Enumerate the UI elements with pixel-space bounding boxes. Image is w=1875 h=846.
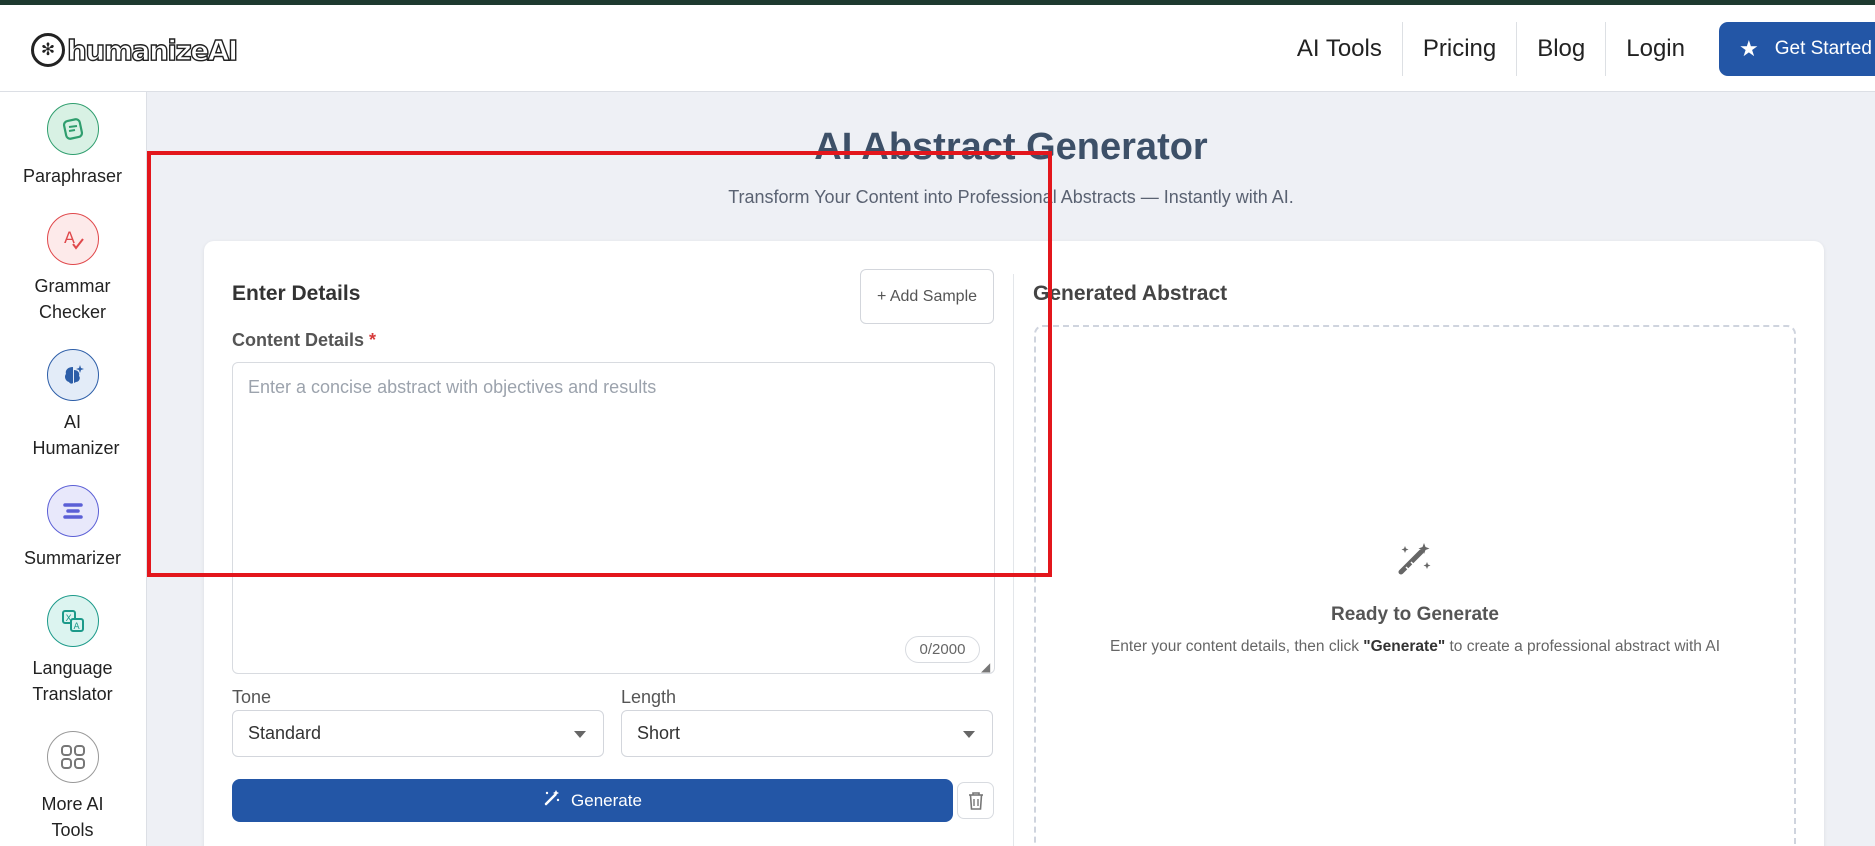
get-started-button[interactable]: ★ Get Started <box>1719 22 1875 76</box>
sidebar-item-summarizer[interactable]: Summarizer <box>0 485 145 571</box>
summarizer-icon <box>46 485 99 537</box>
tone-select[interactable]: Standard <box>232 710 604 757</box>
length-label: Length <box>621 687 677 707</box>
tone-label: Tone <box>232 687 272 707</box>
tone-value: Standard <box>248 723 322 743</box>
length-value: Short <box>637 723 681 743</box>
nav-pricing[interactable]: Pricing <box>1403 22 1516 76</box>
brain-logo-icon: ✻ <box>31 33 65 67</box>
star-icon: ★ <box>1739 36 1759 61</box>
generate-button[interactable]: Generate <box>232 779 953 822</box>
ready-text-before: Enter your content details, then click <box>1109 638 1364 655</box>
trash-icon <box>968 791 983 810</box>
grammar-icon: A <box>46 213 99 265</box>
site-header: ✻ humanizeAI AI Tools Pricing Blog Login… <box>0 5 1875 92</box>
sidebar-item-paraphraser[interactable]: Paraphraser <box>0 103 145 189</box>
character-counter: 0/2000 <box>905 636 980 663</box>
sidebar-item-more-ai-tools[interactable]: More AI Tools <box>0 731 145 843</box>
magic-wand-icon <box>543 789 561 812</box>
ready-text-bold: "Generate" <box>1363 638 1446 655</box>
length-select[interactable]: Short <box>621 710 993 757</box>
sidebar-item-ai-humanizer[interactable]: AI Humanizer <box>0 349 145 461</box>
grid-icon <box>46 731 99 783</box>
main-nav: AI Tools Pricing Blog Login ★ Get Starte… <box>1277 21 1875 77</box>
generate-label: Generate <box>571 790 642 810</box>
ready-title: Ready to Generate <box>1331 604 1499 625</box>
highlight-box <box>147 151 1052 577</box>
sidebar-item-label: Paraphraser <box>22 166 123 186</box>
sidebar-item-label: Grammar Checker <box>34 276 111 322</box>
translate-icon: XA <box>46 595 99 647</box>
sidebar-item-label: Summarizer <box>23 548 121 568</box>
logo-text: humanizeAI <box>66 33 239 67</box>
sidebar-item-label: Language Translator <box>32 658 113 704</box>
sidebar-item-grammar-checker[interactable]: A Grammar Checker <box>0 213 145 325</box>
sidebar-item-language-translator[interactable]: XA Language Translator <box>0 595 145 707</box>
ready-description: Enter your content details, then click "… <box>1034 638 1796 656</box>
output-panel <box>1034 325 1796 846</box>
nav-ai-tools[interactable]: AI Tools <box>1277 22 1402 76</box>
svg-text:A: A <box>73 622 80 632</box>
paraphraser-icon <box>46 103 99 155</box>
magic-wand-icon <box>1395 540 1433 583</box>
generated-abstract-heading: Generated Abstract <box>1033 282 1228 305</box>
nav-login[interactable]: Login <box>1606 22 1705 76</box>
brain-icon <box>46 349 99 401</box>
ready-text-after: to create a professional abstract with A… <box>1445 638 1721 655</box>
chevron-down-icon <box>574 731 586 738</box>
clear-button[interactable] <box>957 782 994 819</box>
get-started-label: Get Started <box>1774 38 1872 59</box>
chevron-down-icon <box>963 731 975 738</box>
nav-blog[interactable]: Blog <box>1517 22 1605 76</box>
sidebar-item-label: AI Humanizer <box>32 412 120 458</box>
tools-sidebar: Paraphraser A Grammar Checker AI Humaniz… <box>0 92 147 846</box>
sidebar-item-label: More AI Tools <box>41 794 104 840</box>
resize-handle-icon[interactable]: ◢ <box>981 660 990 674</box>
logo[interactable]: ✻ humanizeAI <box>31 33 239 67</box>
